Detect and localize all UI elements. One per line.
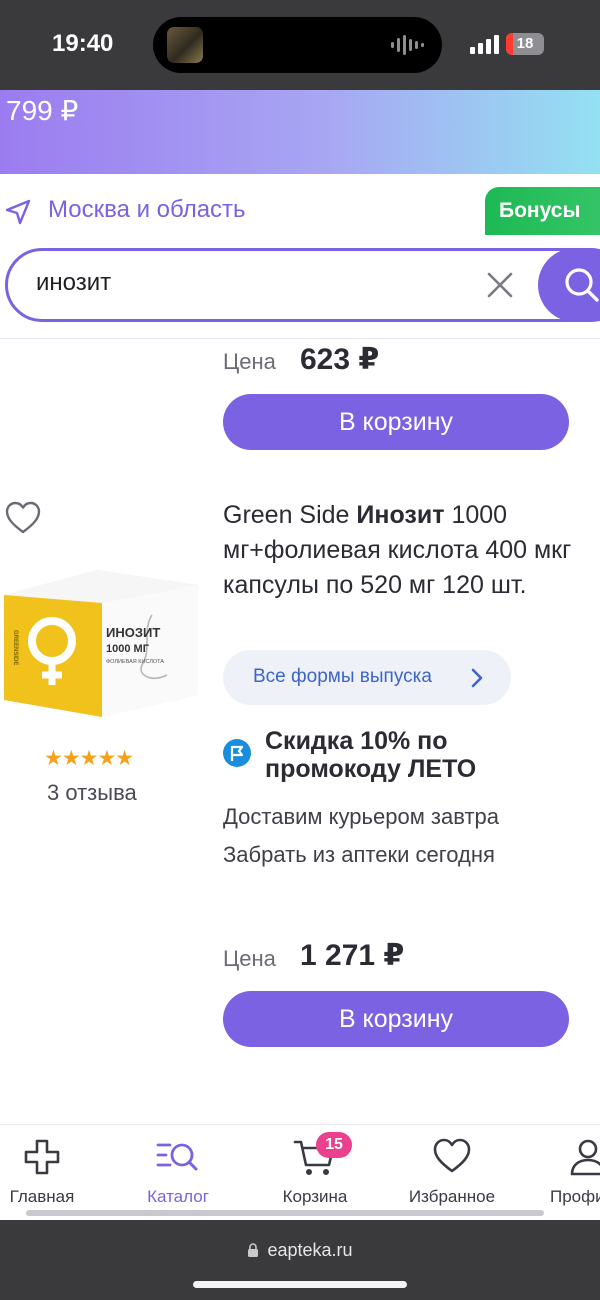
product-name: Инозит <box>356 501 445 529</box>
bonus-button[interactable]: Бонусы <box>485 187 600 235</box>
url-text: eapteka.ru <box>267 1240 353 1260</box>
browser-address-bar: eapteka.ru <box>0 1220 600 1300</box>
nav-catalog[interactable]: Каталог <box>118 1125 238 1221</box>
nav-cart[interactable]: Корзина <box>255 1125 375 1221</box>
price-value: 1 271 ₽ <box>300 939 405 972</box>
location-selector[interactable]: Москва и область <box>48 196 246 224</box>
nav-label: Главная <box>9 1187 75 1206</box>
location-arrow-icon[interactable] <box>4 198 32 226</box>
product-image-dose: 1000 МГ <box>106 643 150 655</box>
reviews-link[interactable]: 3 отзыва <box>47 780 137 806</box>
cart-count-badge: 15 <box>316 1132 352 1158</box>
plus-cross-icon <box>24 1139 60 1175</box>
nav-favorites[interactable]: Избранное <box>392 1125 512 1221</box>
nav-label: Профиль <box>550 1187 600 1206</box>
product-image[interactable]: ИНОЗИТ 1000 МГ ФОЛИЕВАЯ КИСЛОТА GREENSID… <box>2 555 198 720</box>
chevron-right-icon <box>471 668 483 688</box>
promo-text: Скидка 10% по промокоду ЛЕТО <box>265 727 477 783</box>
nav-label: Избранное <box>408 1187 496 1206</box>
bottom-navigation: Главная Каталог Корзина Избранное Профи <box>0 1124 600 1220</box>
app-screen: 19:40 18 799 ₽ Москва и область Бонусы и… <box>0 0 600 1300</box>
heart-icon <box>433 1138 471 1173</box>
product-image-title: ИНОЗИТ <box>106 625 160 640</box>
status-time: 19:40 <box>52 30 114 57</box>
nav-home[interactable]: Главная <box>0 1125 102 1221</box>
horizontal-scrollbar[interactable] <box>26 1210 544 1216</box>
catalog-search-icon <box>156 1143 198 1171</box>
nav-profile[interactable]: Профиль <box>530 1125 600 1221</box>
favorite-heart-icon[interactable] <box>4 500 42 536</box>
dynamic-island[interactable] <box>153 17 442 73</box>
price-label: Цена <box>223 349 276 374</box>
search-icon <box>565 268 599 302</box>
search-button[interactable] <box>538 248 600 322</box>
url-field[interactable]: eapteka.ru <box>0 1240 600 1261</box>
add-to-cart-button[interactable]: В корзину <box>223 991 569 1047</box>
rating-stars: ★★★★★ <box>44 747 134 770</box>
now-playing-artwork <box>167 27 203 63</box>
bonus-label: Бонусы <box>499 199 581 222</box>
cellular-signal-icon <box>470 35 499 54</box>
product-brand: Green Side <box>223 501 350 529</box>
promo-banner[interactable]: 799 ₽ <box>0 90 600 174</box>
all-forms-label: Все формы выпуска <box>253 666 432 687</box>
promo-flag-icon <box>223 739 251 767</box>
search-bar <box>5 248 600 322</box>
price-label: Цена <box>223 946 276 971</box>
nav-label: Каталог <box>147 1187 209 1206</box>
battery-indicator: 18 <box>506 33 544 55</box>
audio-wave-icon <box>391 35 424 55</box>
add-to-cart-button[interactable]: В корзину <box>223 394 569 450</box>
clear-icon[interactable] <box>486 271 514 299</box>
header-divider <box>0 338 600 339</box>
battery-percent: 18 <box>516 35 534 52</box>
product-image-subtitle: ФОЛИЕВАЯ КИСЛОТА <box>106 659 164 665</box>
product-image-brand: GREENSIDE <box>12 630 18 665</box>
nav-label: Корзина <box>282 1187 348 1206</box>
product-title[interactable]: Green Side Инозит 1000 мг+фолиевая кисло… <box>223 498 600 603</box>
all-forms-button[interactable]: Все формы выпуска <box>223 650 511 705</box>
lock-icon <box>248 1243 259 1257</box>
user-icon <box>570 1139 600 1176</box>
pickup-info: Забрать из аптеки сегодня <box>223 842 495 867</box>
status-bar: 19:40 18 <box>0 0 600 90</box>
banner-price: 799 ₽ <box>6 95 79 126</box>
delivery-info: Доставим курьером завтра <box>223 804 499 829</box>
home-indicator[interactable] <box>193 1281 407 1288</box>
search-input[interactable] <box>36 269 456 297</box>
price-value: 623 ₽ <box>300 343 380 376</box>
